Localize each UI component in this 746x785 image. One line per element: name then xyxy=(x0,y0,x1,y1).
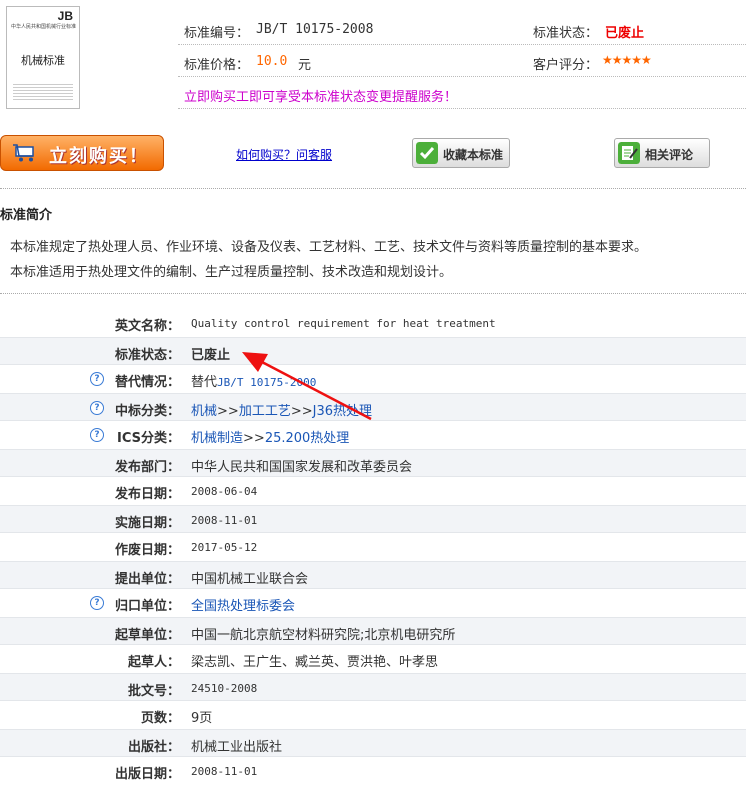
detail-value: 2008-06-04 xyxy=(191,485,258,498)
replace-prefix: 替代 xyxy=(191,375,218,390)
detail-value: 中华人民共和国国家发展和改革委员会 xyxy=(191,460,413,475)
detail-label: 批文号： xyxy=(127,684,180,699)
buy-now-label: 立刻购买！ xyxy=(49,146,149,167)
status-label: 标准状态： xyxy=(533,26,599,41)
promo-text[interactable]: 立即购买工即可享受本标准状态变更提醒服务！ xyxy=(184,86,457,105)
detail-label: 标准状态： xyxy=(114,348,180,363)
help-icon[interactable]: ? xyxy=(90,596,104,610)
info-row-promo: 立即购买工即可享受本标准状态变更提醒服务！ xyxy=(178,78,746,109)
info-row-price: 标准价格： 10.0 元 客户评分： ★★★★★ xyxy=(178,46,746,77)
detail-label: 发布日期： xyxy=(114,487,180,502)
ccs-link-c[interactable]: J36热处理 xyxy=(313,404,372,419)
replace-link[interactable]: JB/T 10175-2000 xyxy=(217,376,316,389)
detail-status-value: 已废止 xyxy=(191,348,231,363)
detail-value: 24510-2008 xyxy=(191,682,258,695)
ccs-link-b[interactable]: 加工工艺 xyxy=(239,404,291,419)
detail-row-publisher: 发布部门： 中华人民共和国国家发展和改革委员会 xyxy=(0,449,746,477)
comments-button[interactable]: 相关评论 xyxy=(614,138,710,168)
detail-value: 2008-11-01 xyxy=(191,765,258,778)
checkmark-icon xyxy=(416,142,438,164)
ccs-sep: >> xyxy=(290,404,313,419)
cart-icon xyxy=(13,144,34,162)
detail-value: 中国一航北京航空材料研究院;北京机电研究所 xyxy=(191,628,456,643)
cover-text-lines xyxy=(13,82,73,102)
ics-link-b[interactable]: 25.200热处理 xyxy=(265,431,350,446)
detail-value: 机械制造>>25.200热处理 xyxy=(191,427,349,446)
intro-line-2: 本标准适用于热处理文件的编制、生产过程质量控制、技术改造和规划设计。 xyxy=(10,265,453,280)
status-value: 已废止 xyxy=(605,26,645,41)
ccs-sep: >> xyxy=(217,404,239,419)
ccs-link-a[interactable]: 机械 xyxy=(191,404,217,419)
detail-row-english-name: 英文名称： Quality control requirement for he… xyxy=(0,309,746,337)
detail-label: 替代情况： xyxy=(114,375,180,390)
cover-small-text: 中华人民共和国机械行业标准 xyxy=(11,24,77,30)
detail-row-status: 标准状态： 已废止 xyxy=(0,337,746,365)
detail-label: 提出单位： xyxy=(114,572,180,587)
detail-value: 机械工业出版社 xyxy=(191,740,283,755)
detail-label: 英文名称： xyxy=(114,319,180,334)
edit-note-icon xyxy=(618,142,640,164)
cover-code: JB xyxy=(57,9,73,23)
detail-row-replace: ? 替代情况： 替代JB/T 10175-2000 xyxy=(0,365,746,393)
detail-row-tc: ? 归口单位： 全国热处理标委会 xyxy=(0,589,746,617)
detail-row-abolish-date: 作废日期： 2017-05-12 xyxy=(0,533,746,561)
detail-row-ccs: ? 中标分类： 机械>>加工工艺>>J36热处理 xyxy=(0,393,746,421)
detail-row-proposer: 提出单位： 中国机械工业联合会 xyxy=(0,561,746,589)
detail-row-pages: 页数： 9页 xyxy=(0,701,746,729)
detail-value: 机械>>加工工艺>>J36热处理 xyxy=(191,400,372,419)
info-row-number: 标准编号： JB/T 10175-2008 标准状态： 已废止 xyxy=(178,14,746,45)
cover-title: 机械标准 xyxy=(21,54,65,67)
ics-link-a[interactable]: 机械制造 xyxy=(191,431,243,446)
ics-sep: >> xyxy=(243,431,265,446)
detail-row-impl-date: 实施日期： 2008-11-01 xyxy=(0,505,746,533)
detail-row-press: 出版社： 机械工业出版社 xyxy=(0,729,746,757)
intro-title: 标准简介 xyxy=(0,208,53,223)
detail-label: ICS分类： xyxy=(117,431,180,446)
detail-row-pub-date: 出版日期： 2008-11-01 xyxy=(0,757,746,785)
detail-value: 替代JB/T 10175-2000 xyxy=(191,371,316,390)
detail-label: 起草单位： xyxy=(114,628,180,643)
help-icon[interactable]: ? xyxy=(90,401,104,415)
detail-value: 梁志凯、王广生、臧兰英、贾洪艳、叶孝思 xyxy=(191,655,439,670)
detail-label: 起草人： xyxy=(127,655,180,670)
detail-label: 归口单位： xyxy=(114,599,180,614)
price-label: 标准价格： xyxy=(184,58,250,73)
detail-value: 2008-11-01 xyxy=(191,514,258,527)
detail-value: Quality control requirement for heat tre… xyxy=(191,317,496,330)
tc-link[interactable]: 全国热处理标委会 xyxy=(191,595,295,614)
divider xyxy=(0,293,746,294)
detail-value: 中国机械工业联合会 xyxy=(191,572,309,587)
intro-line-1: 本标准规定了热处理人员、作业环境、设备及仪表、工艺材料、工艺、技术文件与资料等质… xyxy=(10,240,648,255)
how-to-buy-link[interactable]: 如何购买？问客服 xyxy=(236,146,332,163)
standard-cover-image: JB 中华人民共和国机械行业标准 机械标准 xyxy=(6,6,80,109)
favorite-button[interactable]: 收藏本标准 xyxy=(412,138,510,168)
detail-row-drafter-unit: 起草单位： 中国一航北京航空材料研究院;北京机电研究所 xyxy=(0,617,746,645)
detail-label: 出版日期： xyxy=(114,767,180,782)
price-value: 10.0 xyxy=(256,54,288,69)
std-no-label: 标准编号： xyxy=(184,26,250,41)
help-icon[interactable]: ? xyxy=(90,428,104,442)
detail-label: 作废日期： xyxy=(114,543,180,558)
favorite-label: 收藏本标准 xyxy=(443,148,504,162)
rating-stars: ★★★★★ xyxy=(602,53,652,67)
detail-row-approval-no: 批文号： 24510-2008 xyxy=(0,673,746,701)
detail-row-ics: ? ICS分类： 机械制造>>25.200热处理 xyxy=(0,421,746,449)
detail-value: 9页 xyxy=(191,711,213,726)
detail-label: 中标分类： xyxy=(114,404,180,419)
buy-now-button[interactable]: 立刻购买！ xyxy=(0,135,164,171)
divider xyxy=(0,188,746,189)
detail-label: 出版社： xyxy=(127,740,180,755)
help-icon[interactable]: ? xyxy=(90,372,104,386)
detail-row-publish-date: 发布日期： 2008-06-04 xyxy=(0,477,746,505)
std-no-value: JB/T 10175-2008 xyxy=(256,22,374,37)
detail-label: 实施日期： xyxy=(114,516,180,531)
detail-label: 发布部门： xyxy=(114,460,180,475)
detail-value: 2017-05-12 xyxy=(191,541,258,554)
detail-row-drafters: 起草人： 梁志凯、王广生、臧兰英、贾洪艳、叶孝思 xyxy=(0,645,746,673)
detail-label: 页数： xyxy=(140,711,180,726)
price-unit: 元 xyxy=(298,58,312,73)
rating-label: 客户评分： xyxy=(533,58,599,73)
comments-label: 相关评论 xyxy=(645,148,694,162)
